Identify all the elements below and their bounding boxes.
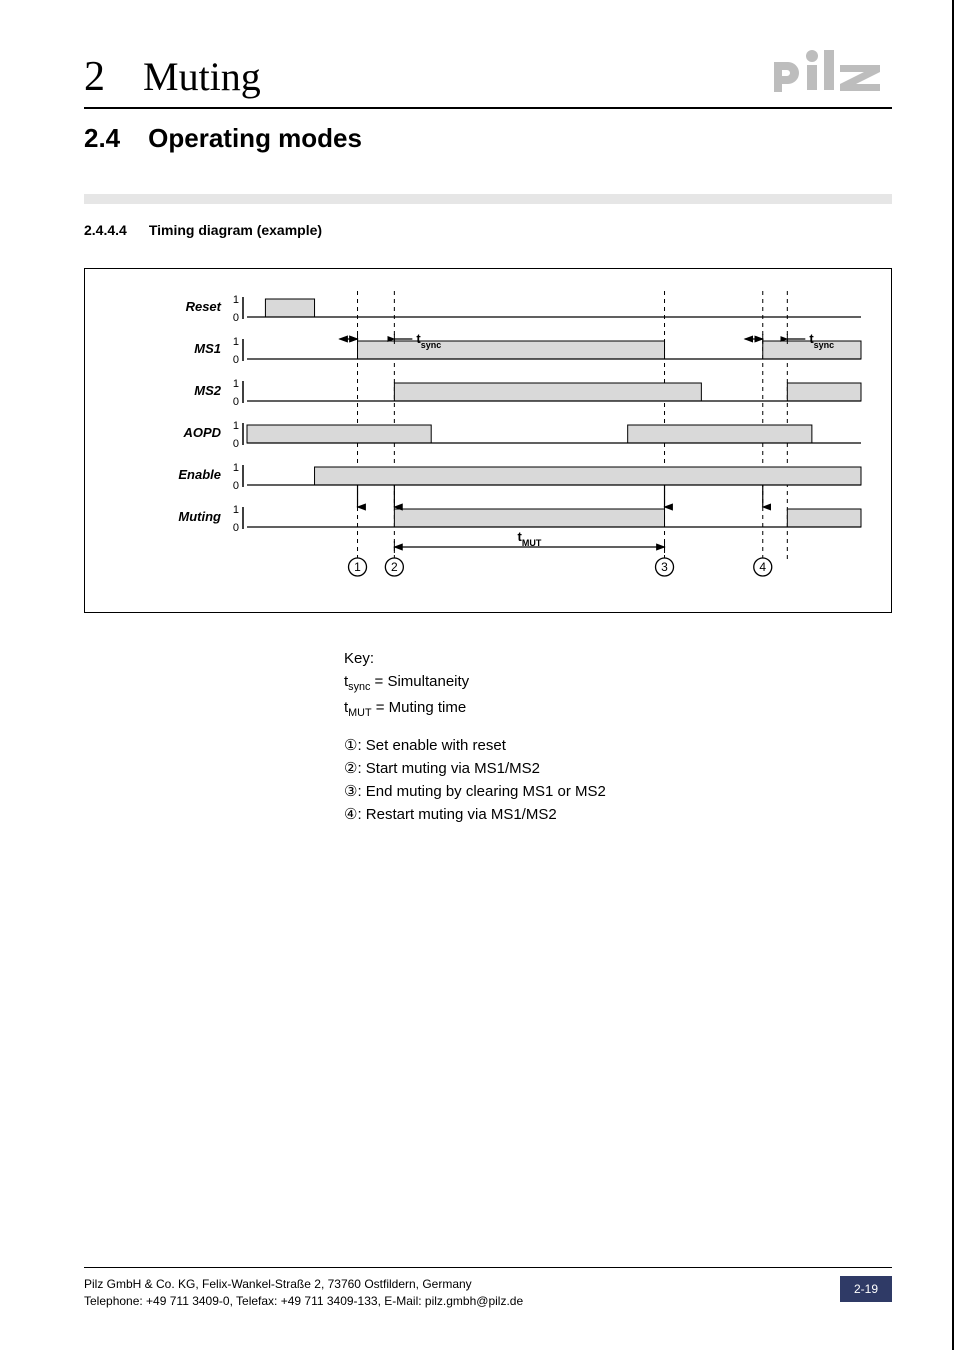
svg-text:Muting: Muting [178, 509, 221, 524]
footer-line-1: Pilz GmbH & Co. KG, Felix-Wankel-Straße … [84, 1276, 523, 1293]
svg-text:AOPD: AOPD [182, 425, 221, 440]
svg-text:1: 1 [354, 560, 361, 574]
page: 2 Muting 2.4 Operating modes 2.4.4.4 [0, 0, 954, 1350]
key-event-2-text: : Start muting via MS1/MS2 [357, 760, 540, 777]
timing-diagram: Reset 1 0 MS1 1 0 MS2 1 0 AOPD 1 0 Enable 1 0 Muting 1 0 1… [84, 268, 892, 613]
svg-text:MS2: MS2 [194, 383, 222, 398]
key-title: Key: [344, 647, 892, 670]
svg-text:1: 1 [233, 462, 239, 474]
svg-text:4: 4 [759, 560, 766, 574]
key-event-1: ①: Set enable with reset [344, 734, 892, 757]
circled-2-icon: ② [344, 757, 357, 780]
section-title: Operating modes [148, 123, 362, 154]
page-footer: Pilz GmbH & Co. KG, Felix-Wankel-Straße … [84, 1267, 892, 1310]
footer-line-2: Telephone: +49 711 3409-0, Telefax: +49 … [84, 1293, 523, 1310]
key-tsync-sub: sync [348, 681, 370, 693]
pilz-logo-icon [772, 48, 892, 92]
key-tmut-desc: = Muting time [372, 699, 467, 716]
key-tsync: tsync = Simultaneity [344, 670, 892, 696]
circled-1-icon: ① [344, 734, 357, 757]
svg-text:0: 0 [233, 480, 239, 492]
section-number: 2.4 [84, 123, 120, 154]
key-tsync-desc: = Simultaneity [370, 673, 469, 690]
subsection-number: 2.4.4.4 [84, 222, 127, 238]
footer-address: Pilz GmbH & Co. KG, Felix-Wankel-Straße … [84, 1276, 523, 1310]
timing-diagram-svg: Reset 1 0 MS1 1 0 MS2 1 0 AOPD 1 0 Enable 1 0 Muting 1 0 1… [99, 281, 871, 591]
key-tmut-sub: MUT [348, 707, 371, 719]
page-header: 2 Muting [84, 48, 892, 109]
svg-text:Enable: Enable [178, 467, 221, 482]
svg-text:tMUT: tMUT [518, 529, 542, 548]
key-block: Key: tsync = Simultaneity tMUT = Muting … [344, 647, 892, 827]
svg-text:1: 1 [233, 504, 239, 516]
page-number-badge: 2-19 [840, 1276, 892, 1302]
circled-4-icon: ④ [344, 803, 357, 826]
svg-text:1: 1 [233, 336, 239, 348]
svg-text:0: 0 [233, 312, 239, 324]
key-event-3: ③: End muting by clearing MS1 or MS2 [344, 780, 892, 803]
chapter-number: 2 [84, 53, 105, 101]
svg-text:1: 1 [233, 378, 239, 390]
pilz-logo [772, 48, 892, 101]
key-event-4: ④: Restart muting via MS1/MS2 [344, 803, 892, 826]
subsection-title: Timing diagram (example) [149, 222, 322, 238]
svg-text:0: 0 [233, 522, 239, 534]
key-tmut: tMUT = Muting time [344, 696, 892, 722]
svg-text:tsync: tsync [809, 331, 834, 350]
svg-text:MS1: MS1 [194, 341, 221, 356]
section-heading: 2.4 Operating modes [84, 123, 892, 154]
svg-text:Reset: Reset [186, 299, 222, 314]
key-event-2: ②: Start muting via MS1/MS2 [344, 757, 892, 780]
subsection-heading: 2.4.4.4 Timing diagram (example) [84, 222, 892, 238]
svg-text:2: 2 [391, 560, 398, 574]
svg-text:3: 3 [661, 560, 668, 574]
svg-text:0: 0 [233, 354, 239, 366]
chapter-title: Muting [143, 53, 261, 100]
divider-bar [84, 194, 892, 204]
svg-text:0: 0 [233, 396, 239, 408]
key-event-4-text: : Restart muting via MS1/MS2 [357, 806, 556, 823]
svg-text:tsync: tsync [416, 331, 441, 350]
chapter-block: 2 Muting [84, 53, 261, 101]
svg-text:0: 0 [233, 438, 239, 450]
key-events: ①: Set enable with reset ②: Start muting… [344, 734, 892, 827]
circled-3-icon: ③ [344, 780, 357, 803]
svg-text:1: 1 [233, 420, 239, 432]
key-event-3-text: : End muting by clearing MS1 or MS2 [357, 783, 605, 800]
key-event-1-text: : Set enable with reset [357, 737, 505, 754]
svg-text:1: 1 [233, 294, 239, 306]
